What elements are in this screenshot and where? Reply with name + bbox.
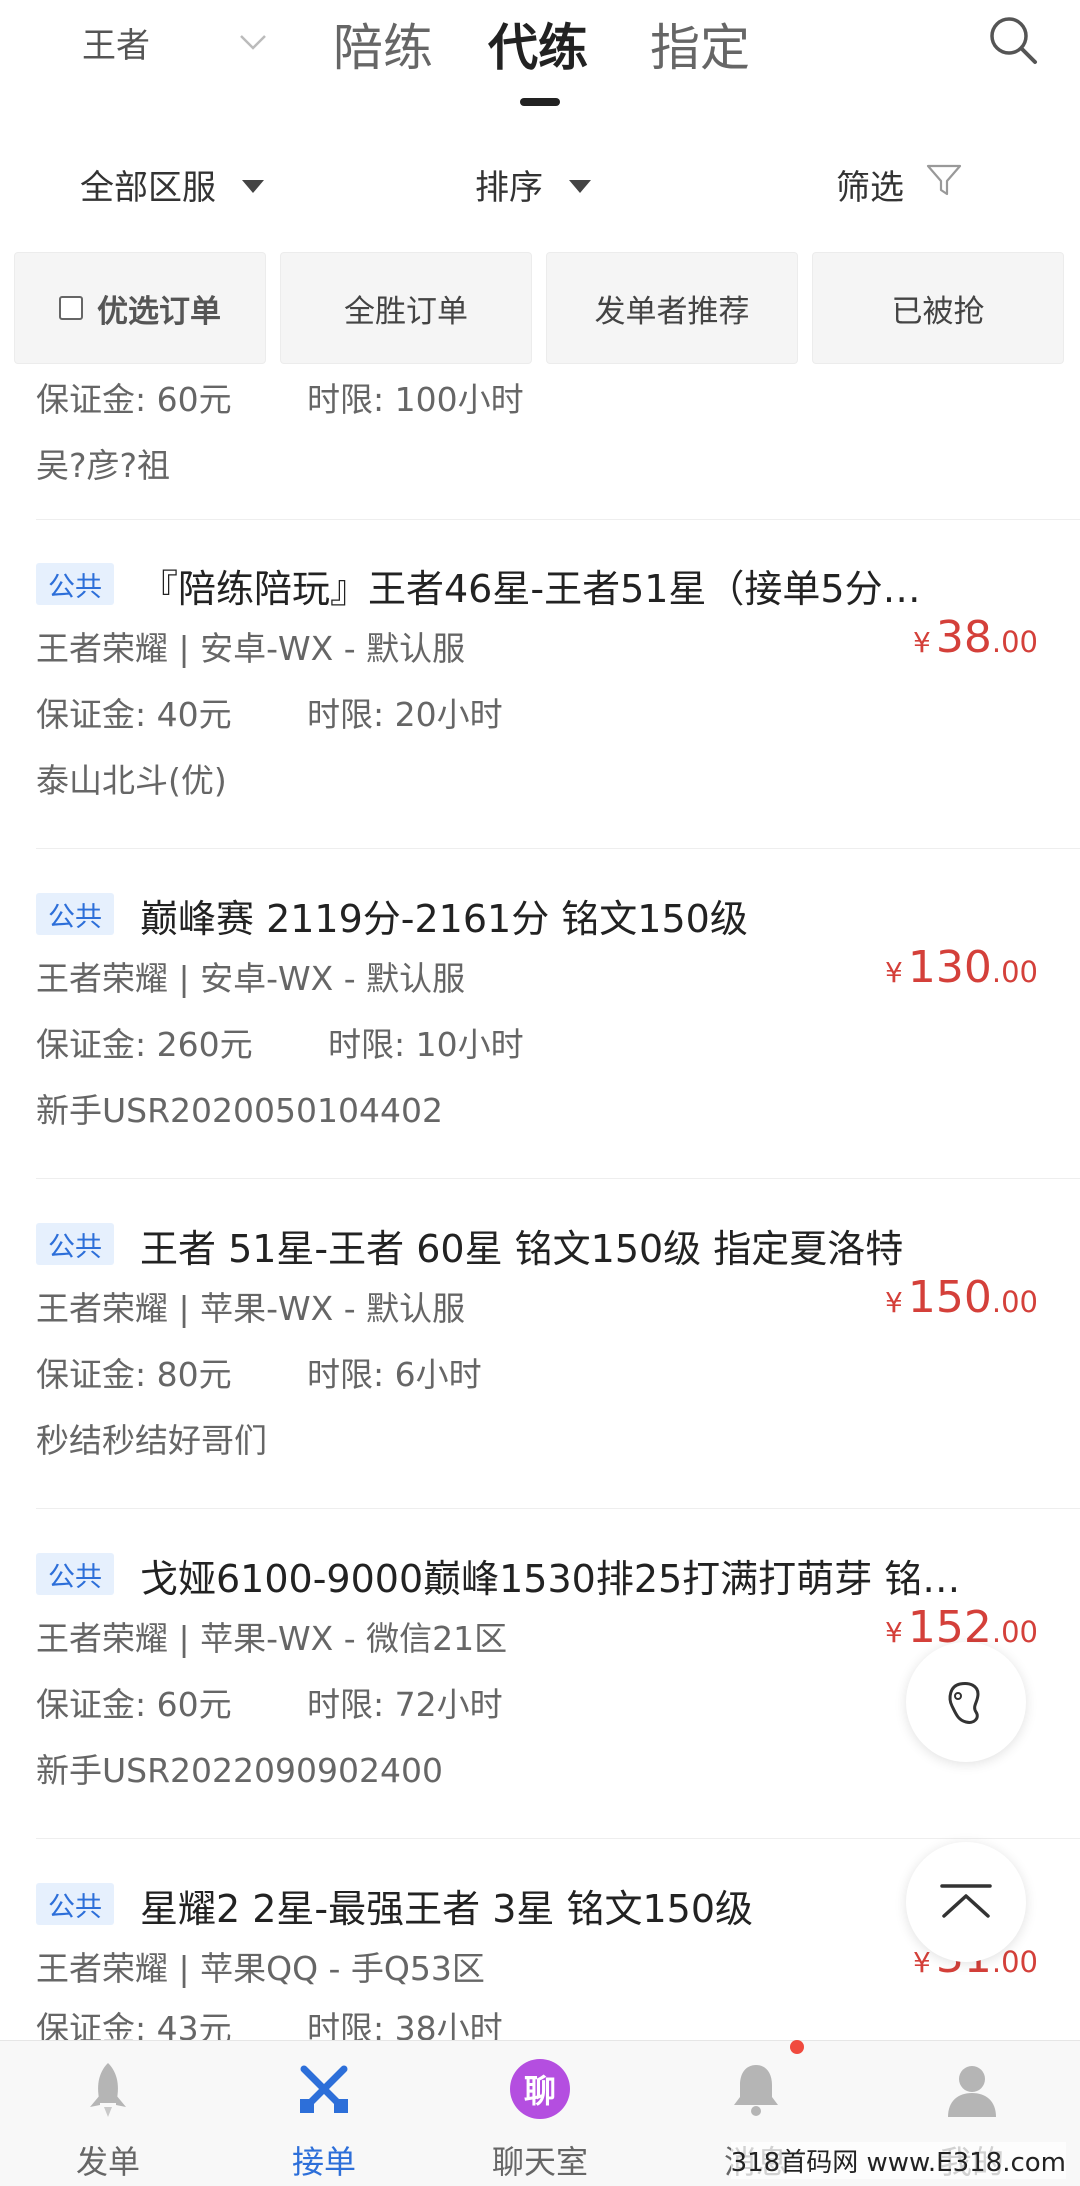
order-price: ¥ 38.00: [912, 612, 1038, 663]
publisher-name: 泰山北斗(优): [36, 761, 227, 800]
back-to-top-icon: [940, 1884, 992, 1918]
order-title: 『陪练陪玩』王者46星-王者51星（接单5分…: [140, 567, 921, 611]
deposit-text: 保证金: 60元: [36, 380, 232, 419]
nav-publish[interactable]: 发单: [0, 2041, 216, 2186]
order-title: 王者 51星-王者 60星 铭文150级 指定夏洛特: [140, 1227, 904, 1271]
watermark: 318首码网 www.E318.com: [730, 2142, 1066, 2179]
deadline-text: 时限: 100小时: [307, 380, 524, 419]
publisher-name: 吴?彦?祖: [36, 446, 171, 485]
divider: [36, 1508, 1080, 1509]
caret-down-icon: [242, 180, 264, 193]
preferred-orders-label: 优选订单: [97, 293, 221, 330]
deposit-text: 保证金: 260元: [36, 1025, 253, 1064]
region-filter[interactable]: 全部区服: [80, 160, 264, 209]
user-icon: [948, 2066, 996, 2117]
deadline-text: 时限: 6小时: [307, 1355, 482, 1394]
top-bar: 王者 陪练 代练 指定: [0, 0, 1080, 120]
tab-peilian[interactable]: 陪练: [333, 8, 433, 80]
tab-zhiding[interactable]: 指定: [650, 8, 750, 80]
list-item[interactable]: 保证金: 60元 时限: 100小时 吴?彦?祖: [0, 366, 1080, 520]
recommended-chip[interactable]: 发单者推荐: [546, 252, 798, 364]
all-win-chip[interactable]: 全胜订单: [280, 252, 532, 364]
publisher-name: 新手USR2020050104402: [36, 1091, 443, 1130]
rocket-icon: [90, 2063, 126, 2117]
deadline-text: 时限: 20小时: [307, 695, 503, 734]
screen-filter-label: 筛选: [836, 168, 904, 208]
chat-room-icon: 聊: [510, 2059, 570, 2119]
search-icon[interactable]: [985, 12, 1041, 68]
server-info: 王者荣耀 | 苹果QQ - 手Q53区: [36, 1949, 485, 1988]
active-tab-indicator: [520, 98, 560, 106]
order-title: 戈娅6100-9000巅峰1530排25打满打萌芽 铭…: [140, 1557, 961, 1601]
deadline-text: 时限: 10小时: [328, 1025, 524, 1064]
public-badge: 公共: [36, 893, 114, 935]
deposit-text: 保证金: 40元: [36, 695, 232, 734]
crossed-swords-icon: [300, 2065, 348, 2113]
server-info: 王者荣耀 | 安卓-WX - 默认服: [36, 629, 466, 668]
deposit-text: 保证金: 80元: [36, 1355, 232, 1394]
preferred-orders-chip[interactable]: 优选订单: [14, 252, 266, 364]
taken-chip[interactable]: 已被抢: [812, 252, 1064, 364]
nav-chat-label: 聊天室: [491, 2143, 588, 2181]
server-info: 王者荣耀 | 苹果-WX - 微信21区: [36, 1619, 508, 1658]
caret-down-icon: [569, 180, 591, 193]
deadline-text: 时限: 72小时: [307, 1685, 503, 1724]
back-to-top-button[interactable]: [906, 1842, 1026, 1962]
tab-dailian[interactable]: 代练: [488, 8, 588, 80]
sort-filter-label: 排序: [475, 168, 543, 208]
list-item[interactable]: 公共 王者 51星-王者 60星 铭文150级 指定夏洛特 王者荣耀 | 苹果-…: [0, 1180, 1080, 1510]
game-selector[interactable]: 王者: [82, 18, 150, 67]
checkbox-icon[interactable]: [59, 296, 83, 320]
recommended-label: 发单者推荐: [594, 293, 750, 330]
deposit-text: 保证金: 60元: [36, 1685, 232, 1724]
public-badge: 公共: [36, 563, 114, 605]
public-badge: 公共: [36, 1553, 114, 1595]
order-price: ¥ 150.00: [884, 1272, 1038, 1323]
notification-dot: [790, 2040, 804, 2054]
divider: [36, 1178, 1080, 1179]
deposit-text: 保证金: 43元: [36, 2009, 232, 2040]
list-item[interactable]: 公共 『陪练陪玩』王者46星-王者51星（接单5分… 王者荣耀 | 安卓-WX …: [0, 520, 1080, 850]
deadline-text: 时限: 38小时: [307, 2009, 503, 2040]
bell-icon: [734, 2065, 778, 2116]
nav-accept[interactable]: 接单: [216, 2041, 432, 2186]
order-title: 星耀2 2星-最强王者 3星 铭文150级: [140, 1887, 754, 1931]
sort-filter[interactable]: 排序: [475, 160, 591, 209]
publisher-name: 新手USR2022090902400: [36, 1751, 443, 1790]
chevron-down-icon[interactable]: [238, 26, 268, 56]
list-item[interactable]: 公共 巅峰赛 2119分-2161分 铭文150级 王者荣耀 | 安卓-WX -…: [0, 850, 1080, 1180]
order-list[interactable]: 保证金: 60元 时限: 100小时 吴?彦?祖 公共 『陪练陪玩』王者46星-…: [0, 366, 1080, 2040]
nav-publish-label: 发单: [75, 2143, 140, 2181]
taken-label: 已被抢: [891, 293, 985, 330]
divider: [36, 1838, 1080, 1839]
server-info: 王者荣耀 | 安卓-WX - 默认服: [36, 959, 466, 998]
order-price: ¥ 130.00: [884, 942, 1038, 993]
nav-chat[interactable]: 聊 聊天室: [432, 2041, 648, 2186]
nav-accept-label: 接单: [291, 2143, 356, 2181]
all-win-label: 全胜订单: [344, 293, 468, 330]
screen-filter[interactable]: 筛选: [836, 160, 904, 209]
footprint-icon: [948, 1682, 980, 1724]
public-badge: 公共: [36, 1223, 114, 1265]
publisher-name: 秒结秒结好哥们: [36, 1421, 267, 1460]
public-badge: 公共: [36, 1883, 114, 1925]
funnel-icon[interactable]: [924, 160, 964, 200]
region-filter-label: 全部区服: [80, 168, 216, 208]
order-title: 巅峰赛 2119分-2161分 铭文150级: [140, 897, 748, 941]
divider: [36, 848, 1080, 849]
server-info: 王者荣耀 | 苹果-WX - 默认服: [36, 1289, 466, 1328]
footprint-button[interactable]: [906, 1642, 1026, 1762]
